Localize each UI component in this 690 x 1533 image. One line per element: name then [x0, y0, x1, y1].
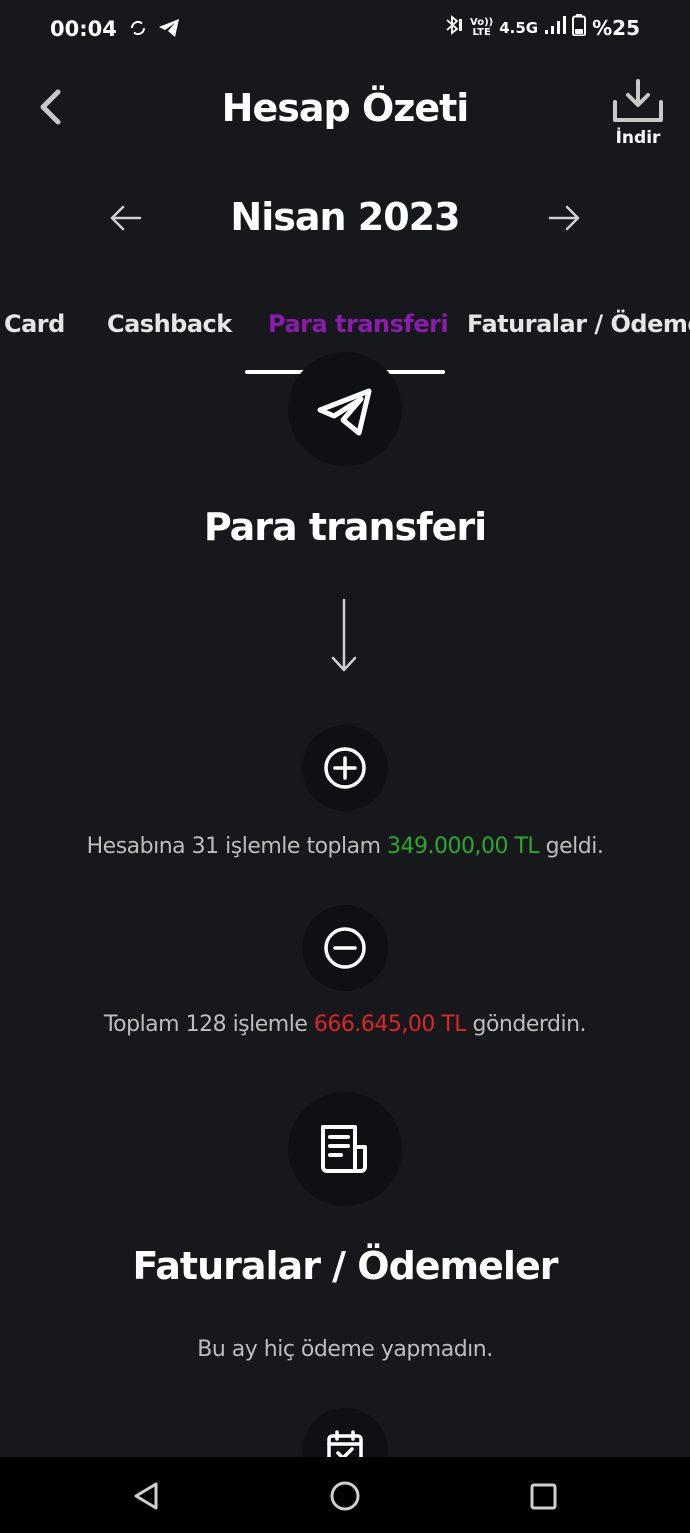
incoming-amount: 349.000,00 TL [387, 834, 540, 859]
bills-icon-circle [288, 1092, 402, 1206]
tab-card[interactable]: Card [4, 310, 65, 338]
sync-icon [128, 18, 148, 43]
battery-percent: %25 [592, 15, 640, 40]
download-label: İndir [615, 128, 661, 148]
tab-cashback[interactable]: Cashback [107, 310, 232, 338]
page-title: Hesap Özeti [221, 86, 470, 130]
incoming-summary: Hesabına 31 işlemle toplam 349.000,00 TL… [0, 834, 690, 859]
bills-summary: Bu ay hiç ödeme yapmadın. [197, 1337, 493, 1362]
signal-icon [544, 15, 567, 40]
network-type: 4.5G [499, 18, 539, 37]
tab-faturalar-odemeler[interactable]: Faturalar / Ödemeler [467, 310, 690, 338]
next-month-button[interactable] [546, 200, 582, 236]
plus-circle-icon [324, 747, 366, 789]
telegram-icon [158, 18, 180, 43]
arrow-right-icon [548, 205, 580, 231]
battery-icon [572, 14, 587, 41]
paper-plane-icon [317, 388, 372, 436]
month-nav: Nisan 2023 [0, 185, 690, 255]
circle-home-icon [330, 1481, 360, 1511]
arrow-down-icon [326, 598, 362, 678]
nav-home-button[interactable] [325, 1477, 365, 1517]
receipt-icon [321, 1125, 367, 1173]
outgoing-amount: 666.645,00 TL [313, 1012, 467, 1037]
month-label: Nisan 2023 [230, 195, 460, 239]
status-time: 00:04 [50, 17, 117, 41]
incoming-prefix: Hesabına 31 işlemle toplam [86, 834, 388, 859]
header: Hesap Özeti İndir [0, 70, 690, 160]
transfer-section-title: Para transferi [203, 505, 487, 549]
square-recents-icon [530, 1483, 557, 1510]
download-button[interactable]: İndir [608, 78, 668, 148]
outgoing-icon-circle [302, 905, 388, 991]
minus-circle-icon [324, 927, 366, 969]
bluetooth-icon [442, 14, 464, 41]
status-bar: 00:04 Vo)) LTE 4.5G %25 [0, 0, 690, 60]
nav-back-button[interactable] [127, 1477, 167, 1517]
status-right: Vo)) LTE 4.5G %25 [442, 14, 640, 41]
outgoing-summary: Toplam 128 işlemle 666.645,00 TL gönderd… [0, 1012, 690, 1037]
volte-indicator: Vo)) LTE [470, 17, 493, 38]
outgoing-suffix: gönderdin. [466, 1012, 587, 1037]
triangle-back-icon [134, 1482, 158, 1510]
bills-section-title: Faturalar / Ödemeler [132, 1244, 559, 1288]
incoming-suffix: geldi. [539, 834, 604, 859]
incoming-icon-circle [302, 725, 388, 811]
transfer-icon-circle [288, 352, 402, 466]
outgoing-prefix: Toplam 128 işlemle [103, 1012, 314, 1037]
system-nav-bar [0, 1457, 690, 1533]
tab-para-transferi[interactable]: Para transferi [268, 310, 449, 338]
lte-label: LTE [472, 26, 491, 38]
download-icon [613, 79, 663, 122]
nav-recents-button[interactable] [523, 1477, 563, 1517]
